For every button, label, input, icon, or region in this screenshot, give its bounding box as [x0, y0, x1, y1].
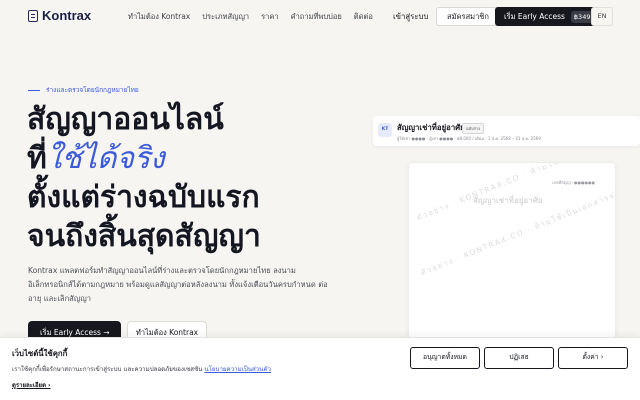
- brand-name: Kontrax: [42, 8, 92, 23]
- cookie-settings-button[interactable]: ตั้งค่า ›: [558, 347, 628, 369]
- nav-link-pricing[interactable]: ราคา: [261, 11, 278, 23]
- sign-in-link[interactable]: เข้าสู่ระบบ: [393, 11, 428, 23]
- hero-title-line-1: สัญญาออนไลน์: [27, 102, 224, 137]
- nav-link-contract-types[interactable]: ประเภทสัญญา: [202, 11, 249, 23]
- privacy-policy-link[interactable]: นโยบายความเป็นส่วนตัว: [204, 366, 271, 373]
- eyebrow-text: ร่างและตรวจโดยนักกฎหมายไทย: [46, 86, 139, 94]
- contract-preview-header: KT สัญญาเช่าที่อยู่อาศัย ฉบับร่าง ผู้ให้…: [373, 116, 640, 146]
- contract-page-preview: เลขที่สัญญา ●●●●●● สัญญาเช่าที่อยู่อาศัย…: [408, 162, 616, 347]
- hero-eyebrow: ร่างและตรวจโดยนักกฎหมายไทย: [28, 85, 139, 95]
- sign-up-button[interactable]: สมัครสมาชิก: [436, 7, 500, 26]
- document-icon: [28, 9, 38, 22]
- eyebrow-rule: [28, 89, 40, 91]
- hero-title: สัญญาออนไลน์ ที่ใช้ได้จริง ตั้งแต่ร่างฉบ…: [27, 100, 261, 256]
- top-nav: Kontrax ทำไมต้อง Kontrax ประเภทสัญญา ราค…: [0, 0, 640, 33]
- reject-button[interactable]: ปฏิเสธ: [484, 347, 554, 369]
- cookie-body: เราใช้คุกกี้เพื่อรักษาสถานะการเข้าสู่ระบ…: [12, 366, 203, 373]
- nav-link-faq[interactable]: คำถามที่พบบ่อย: [291, 11, 342, 23]
- cookie-banner: เว็บไซต์นี้ใช้คุกกี้ เราใช้คุกกี้เพื่อรั…: [0, 337, 640, 400]
- accept-all-button[interactable]: อนุญาตทั้งหมด: [410, 347, 480, 369]
- contract-title: สัญญาเช่าที่อยู่อาศัย: [397, 123, 465, 132]
- language-toggle[interactable]: EN: [591, 7, 613, 26]
- status-badge: ฉบับร่าง: [462, 123, 485, 134]
- sample-watermark: ตัวอย่าง · KONTRAX.CO · ห้ามใช้เป็นเอกสา…: [419, 186, 616, 278]
- cookie-text: เราใช้คุกกี้เพื่อรักษาสถานะการเข้าสู่ระบ…: [12, 364, 271, 374]
- contract-number: เลขที่สัญญา ●●●●●●: [552, 180, 595, 185]
- cookie-title: เว็บไซต์นี้ใช้คุกกี้: [12, 349, 68, 358]
- hero-description: Kontrax แพลตฟอร์มทำสัญญาออนไลน์ที่ร่างแล…: [28, 266, 328, 303]
- nav-link-why[interactable]: ทำไมต้อง Kontrax: [128, 11, 190, 23]
- contract-avatar: KT: [378, 123, 392, 137]
- early-access-label: เริ่ม Early Access: [504, 12, 565, 21]
- nav-link-contact[interactable]: ติดต่อ: [354, 11, 373, 23]
- hero-title-line-2-plain: ที่: [27, 141, 47, 176]
- hero-title-line-2-accent: ใช้ได้จริง: [46, 141, 165, 176]
- early-access-button[interactable]: เริ่ม Early Access ฿349: [495, 7, 599, 26]
- hero-title-line-3: ตั้งแต่ร่างฉบับแรก: [27, 180, 260, 215]
- contract-meta: ผู้ให้เช่า ●●●● · ผู้เช่า ●●●● · ฿8,000 …: [397, 136, 541, 141]
- hero-title-line-4: จนถึงสิ้นสุดสัญญา: [27, 219, 261, 254]
- cookie-details-link[interactable]: ดูรายละเอียด ›: [12, 380, 51, 390]
- nav-links: ทำไมต้อง Kontrax ประเภทสัญญา ราคา คำถามท…: [128, 11, 373, 23]
- brand-logo[interactable]: Kontrax: [28, 8, 91, 23]
